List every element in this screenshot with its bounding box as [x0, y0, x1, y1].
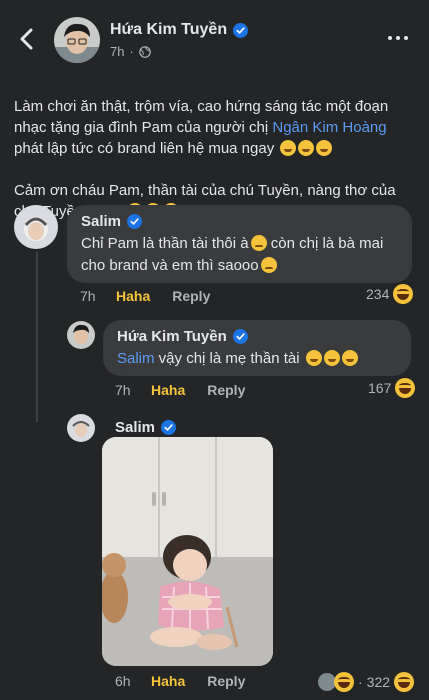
rofl-emoji-icon [280, 140, 297, 156]
haha-reaction-button[interactable]: Haha [151, 382, 185, 398]
heart-hands-emoji-icon [323, 350, 340, 366]
replier-avatar[interactable] [67, 321, 95, 349]
thread-line [36, 252, 38, 422]
mention-link[interactable]: Ngân Kim Hoàng [272, 119, 386, 136]
laugh-reaction-icon [395, 378, 416, 398]
comment-actions: 7h Haha Reply [80, 288, 210, 304]
rofl-emoji-icon [298, 140, 315, 156]
eye-roll-emoji-icon [260, 257, 277, 273]
replier-name[interactable]: Hứa Kim Tuyền [117, 328, 397, 345]
reply-button[interactable]: Reply [172, 288, 210, 304]
post-time[interactable]: 7h [110, 44, 124, 59]
dot-icon [388, 36, 392, 40]
laugh-reaction-icon [334, 672, 354, 692]
comment-text: Chỉ Pam là thần tài thôi à còn chị là bà… [81, 235, 384, 274]
back-button[interactable] [14, 26, 40, 52]
comment-time: 6h [115, 673, 131, 689]
rofl-emoji-icon [316, 140, 333, 156]
globe-icon [139, 45, 151, 58]
reply-text: Salim vậy chị là mẹ thần tài [117, 348, 397, 370]
verified-badge-icon [233, 22, 249, 38]
reply-bubble: Hứa Kim Tuyền Salim vậy chị là mẹ thần t… [103, 320, 411, 376]
baby-photo-image [102, 437, 273, 666]
reply-time: 7h [115, 382, 131, 398]
reply-button[interactable]: Reply [207, 382, 245, 398]
commenter-avatar[interactable] [67, 414, 95, 442]
dot-icon [404, 36, 408, 40]
commenter-name[interactable]: Salim [81, 213, 398, 230]
reaction-count[interactable]: 234 [366, 284, 414, 304]
laugh-reaction-icon [393, 284, 414, 304]
more-options-button[interactable] [388, 36, 408, 40]
heart-hands-emoji-icon [305, 350, 322, 366]
chevron-left-icon [20, 28, 33, 50]
haha-reaction-button[interactable]: Haha [151, 673, 185, 689]
reaction-count[interactable]: 167 [368, 378, 416, 398]
reply-actions: 7h Haha Reply [115, 382, 245, 398]
comment-bubble: Salim Chỉ Pam là thần tài thôi à còn chị… [67, 205, 412, 283]
post-meta: 7h · [110, 44, 151, 59]
author-avatar[interactable] [54, 17, 100, 63]
verified-badge-icon [232, 329, 248, 344]
post-paragraph-1: Làm chơi ăn thật, trộm vía, cao hứng sán… [14, 98, 389, 157]
comment-actions: 6h Haha Reply [115, 673, 245, 689]
commenter-avatar[interactable] [14, 205, 58, 249]
commenter-name[interactable]: Salim [115, 419, 177, 436]
mention-link[interactable]: Salim [117, 350, 155, 367]
comment-time: 7h [80, 288, 96, 304]
heart-hands-emoji-icon [341, 350, 358, 366]
reply-button[interactable]: Reply [207, 673, 245, 689]
dot-icon [396, 36, 400, 40]
verified-badge-icon [161, 420, 177, 435]
author-name-text[interactable]: Hứa Kim Tuyền [110, 21, 227, 39]
author-name[interactable]: Hứa Kim Tuyền [110, 21, 249, 39]
haha-reaction-button[interactable]: Haha [116, 288, 150, 304]
comment-photo[interactable] [102, 437, 273, 666]
laugh-reaction-icon [394, 672, 415, 692]
reaction-summary[interactable]: · 322 [318, 672, 415, 692]
eye-roll-emoji-icon [250, 235, 267, 251]
verified-badge-icon [127, 214, 143, 229]
